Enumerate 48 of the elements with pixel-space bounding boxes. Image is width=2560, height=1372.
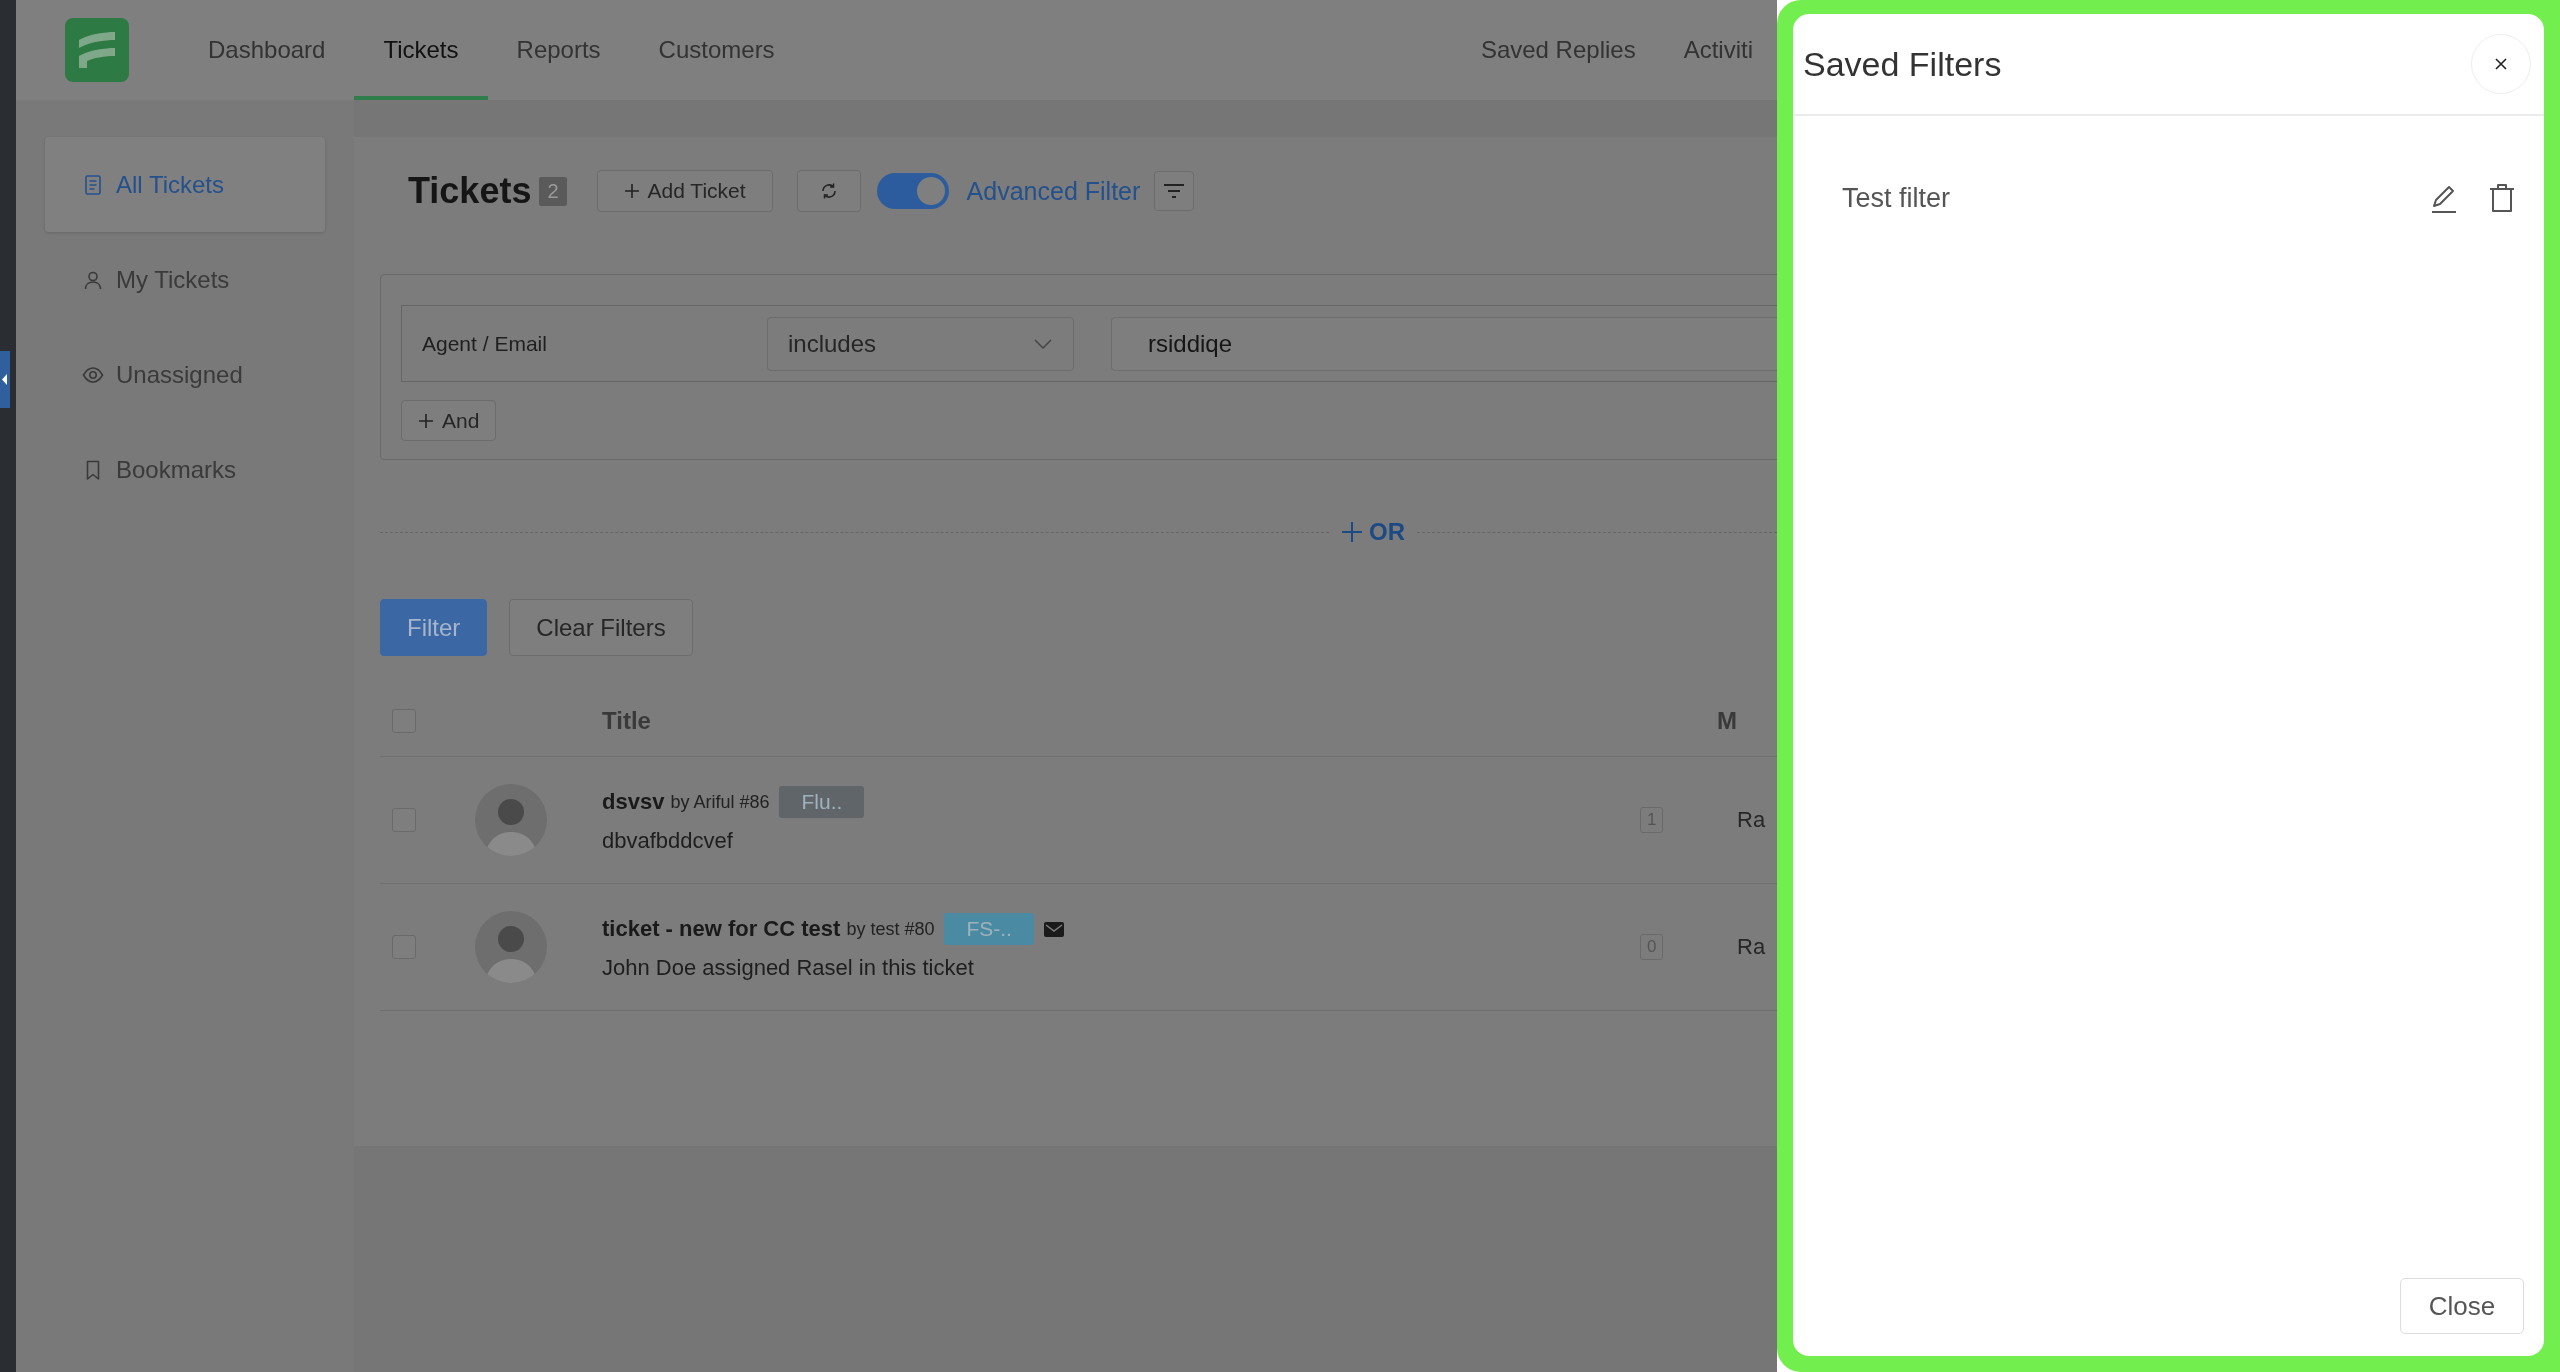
- operator-select[interactable]: includes: [767, 316, 1074, 371]
- column-header: Title: [602, 707, 652, 735]
- plus-icon: [418, 412, 434, 429]
- refresh-icon: [819, 182, 838, 200]
- page-title: Tickets: [408, 170, 532, 212]
- or-button[interactable]: OR: [1329, 518, 1417, 546]
- close-icon: [2493, 56, 2509, 72]
- filter-button[interactable]: Filter: [380, 599, 488, 656]
- clear-filters-button[interactable]: Clear Filters: [509, 599, 693, 656]
- close-button[interactable]: Close: [2400, 1278, 2524, 1334]
- condition-field: Agent / Email: [422, 331, 767, 356]
- nav-link[interactable]: Activiti: [1659, 0, 1777, 100]
- ticket-excerpt: John Doe assigned Rasel in this ticket: [602, 955, 975, 981]
- column-header: M: [1717, 707, 1738, 735]
- nav-tab[interactable]: Customers: [629, 0, 804, 100]
- advanced-filter-toggle[interactable]: [876, 173, 949, 209]
- chevron-down-icon: [1033, 337, 1053, 350]
- count-badge: 2: [539, 176, 567, 206]
- nav-tab[interactable]: Reports: [487, 0, 630, 100]
- product-tag: Flu..: [779, 786, 865, 818]
- and-button[interactable]: And: [401, 400, 497, 441]
- ticket-byline: by test #80: [846, 918, 935, 940]
- value-field[interactable]: rsiddiqe: [1111, 316, 1777, 371]
- nav-tab[interactable]: Tickets: [354, 0, 488, 100]
- filter-icon: [1163, 183, 1186, 199]
- saved-filter-name[interactable]: Test filter: [1842, 182, 2402, 214]
- ticket-title[interactable]: ticket - new for CC test: [602, 916, 841, 942]
- product-tag: FS-..: [944, 913, 1034, 945]
- sidebar-item[interactable]: All Tickets: [45, 137, 325, 232]
- nav-link[interactable]: Saved Replies: [1456, 0, 1660, 100]
- ticket-title[interactable]: dsvsv: [602, 789, 665, 815]
- document-icon: [82, 173, 104, 196]
- nav-tab[interactable]: Dashboard: [179, 0, 355, 100]
- sidebar-item[interactable]: My Tickets: [45, 232, 325, 327]
- ticket-excerpt: dbvafbddcvef: [602, 828, 734, 854]
- drawer-title: Saved Filters: [1803, 44, 2002, 84]
- sidebar-item[interactable]: Bookmarks: [45, 422, 325, 517]
- plus-icon: [1341, 521, 1363, 543]
- logo-icon[interactable]: [65, 18, 129, 82]
- filter-options-button[interactable]: [1154, 171, 1195, 211]
- sidebar-item[interactable]: Unassigned: [45, 327, 325, 422]
- toggle-label: Advanced Filter: [966, 176, 1141, 206]
- table-cell-text: Ra: [1736, 934, 1767, 960]
- add-ticket-button[interactable]: Add Ticket: [596, 170, 773, 212]
- plus-icon: [623, 183, 640, 199]
- ticket-byline: by Ariful #86: [670, 791, 770, 813]
- refresh-button[interactable]: [796, 170, 861, 212]
- table-cell-text: Ra: [1736, 807, 1767, 833]
